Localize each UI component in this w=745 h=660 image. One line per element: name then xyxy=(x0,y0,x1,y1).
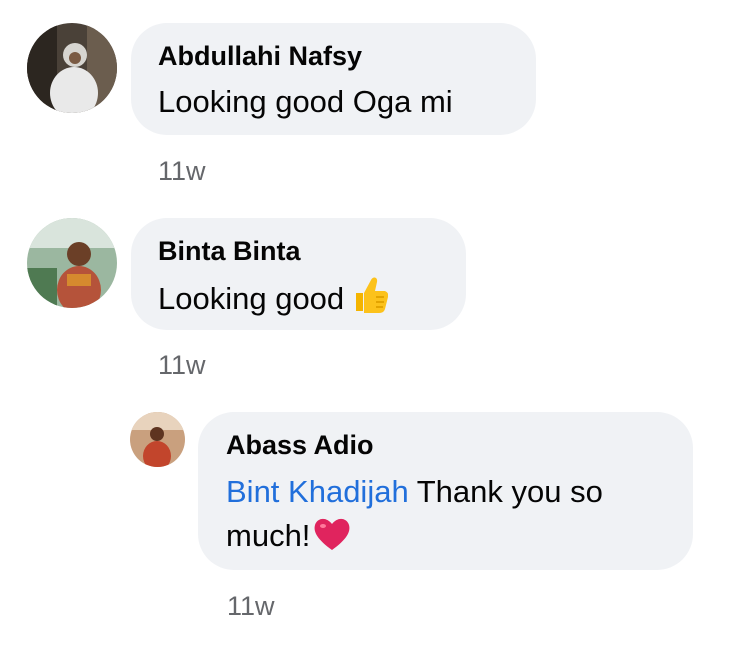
comment-text: Looking good xyxy=(158,275,389,327)
avatar-abass-adio[interactable] xyxy=(130,412,185,467)
comment-bubble[interactable]: Abdullahi Nafsy Looking good Oga mi xyxy=(131,23,536,135)
reply-text-line2: much! xyxy=(226,518,311,553)
avatar-binta-binta[interactable] xyxy=(27,218,117,308)
comment-text: Looking good Oga mi xyxy=(158,84,453,119)
avatar-photo-icon xyxy=(27,218,117,308)
reply-text: Bint Khadijah Thank you so much! xyxy=(226,470,686,564)
mention-link[interactable]: Bint Khadijah xyxy=(226,474,409,509)
avatar-photo-icon xyxy=(27,23,117,113)
comment-timestamp[interactable]: 11w xyxy=(158,156,206,187)
comment-timestamp[interactable]: 11w xyxy=(158,350,206,381)
comment-bubble[interactable]: Binta Binta Looking good xyxy=(131,218,466,330)
thumbs-up-icon xyxy=(352,275,389,327)
avatar-photo-icon xyxy=(130,412,185,467)
reply-text-line1: Thank you so xyxy=(416,474,603,509)
red-heart-icon xyxy=(312,516,352,564)
comment-author[interactable]: Abdullahi Nafsy xyxy=(158,41,362,72)
avatar-abdullahi-nafsy[interactable] xyxy=(27,23,117,113)
reply-timestamp[interactable]: 11w xyxy=(227,591,275,622)
reply-bubble[interactable]: Abass Adio Bint Khadijah Thank you so mu… xyxy=(198,412,693,570)
comment-text-content: Looking good xyxy=(158,281,345,316)
reply-author[interactable]: Abass Adio xyxy=(226,430,374,461)
comment-author[interactable]: Binta Binta xyxy=(158,236,301,267)
